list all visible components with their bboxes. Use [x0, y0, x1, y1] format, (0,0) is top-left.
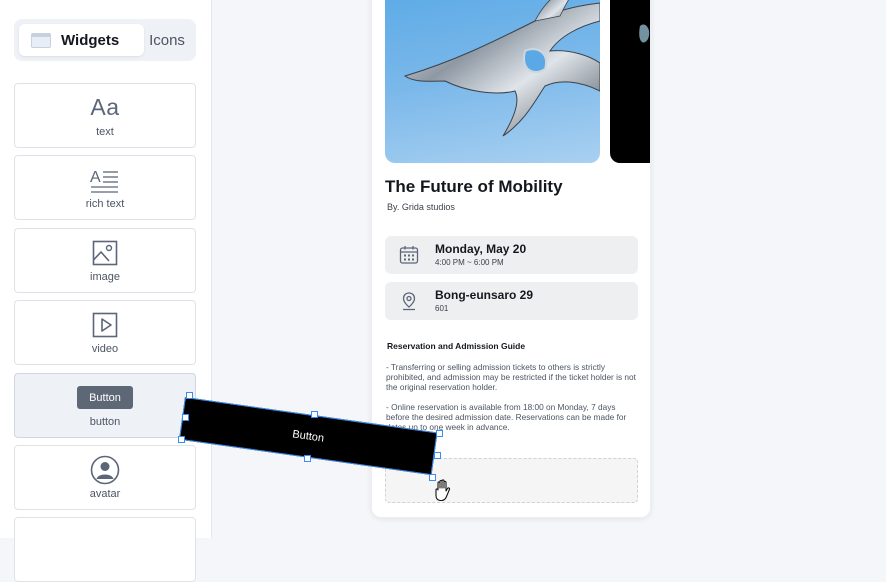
event-location: Bong-eunsaro 29 — [435, 288, 534, 302]
button-preview: Button — [77, 384, 133, 412]
location-pin-icon — [399, 291, 419, 311]
image-icon — [92, 239, 118, 267]
rich-text-icon: A — [90, 166, 120, 194]
calendar-icon — [399, 245, 419, 265]
widget-video-label: video — [91, 342, 119, 355]
resize-handle[interactable] — [182, 414, 189, 421]
video-play-icon — [92, 311, 118, 339]
widgets-sidebar: Widgets Icons Aa text A rich text image … — [0, 0, 212, 582]
widget-image-label: image — [90, 270, 120, 283]
guide-title: Reservation and Admission Guide — [387, 341, 526, 351]
event-image-secondary — [610, 0, 650, 163]
resize-handle[interactable] — [436, 430, 443, 437]
svg-text:A: A — [90, 169, 101, 186]
resize-handle[interactable] — [304, 455, 311, 462]
tab-icons-label: Icons — [149, 31, 185, 49]
widget-more[interactable] — [14, 517, 196, 582]
resize-handle[interactable] — [434, 452, 441, 459]
event-location-info: Bong-eunsaro 29 601 — [385, 282, 638, 320]
guide-paragraph: - Transferring or selling admission tick… — [386, 362, 636, 392]
tab-icons[interactable]: Icons — [142, 24, 192, 56]
widget-button[interactable]: Button button — [14, 373, 196, 438]
widget-avatar-label: avatar — [89, 487, 121, 500]
widget-image[interactable]: image — [14, 228, 196, 293]
tab-widgets-label: Widgets — [61, 31, 120, 49]
button-preview-label: Button — [77, 386, 133, 409]
grab-hand-cursor-icon — [432, 478, 454, 502]
resize-handle[interactable] — [186, 392, 193, 399]
widget-text-label: text — [96, 125, 114, 138]
resize-handle[interactable] — [311, 411, 318, 418]
widget-avatar[interactable]: avatar — [14, 445, 196, 510]
dragging-button-label: Button — [291, 427, 325, 445]
widget-video[interactable]: video — [14, 300, 196, 365]
event-time: 4:00 PM ~ 6:00 PM — [435, 258, 504, 267]
event-byline: By. Grida studios — [387, 202, 455, 212]
tab-widgets[interactable]: Widgets — [19, 24, 144, 56]
widget-rich-text-label: rich text — [85, 197, 125, 210]
widget-text[interactable]: Aa text — [14, 83, 196, 148]
event-title: The Future of Mobility — [385, 177, 563, 196]
avatar-icon — [90, 455, 120, 484]
guide-paragraph: - Online reservation is available from 1… — [386, 402, 627, 432]
widget-rich-text[interactable]: A rich text — [14, 155, 196, 220]
widget-button-label: button — [89, 415, 121, 428]
event-location-detail: 601 — [435, 304, 449, 313]
event-date-info: Monday, May 20 4:00 PM ~ 6:00 PM — [385, 236, 638, 274]
event-date: Monday, May 20 — [435, 242, 527, 256]
event-image — [385, 0, 600, 163]
window-icon — [31, 32, 51, 48]
resize-handle[interactable] — [178, 436, 185, 443]
text-aa-icon: Aa — [90, 94, 120, 120]
sidebar-tabs: Widgets Icons — [14, 19, 196, 61]
